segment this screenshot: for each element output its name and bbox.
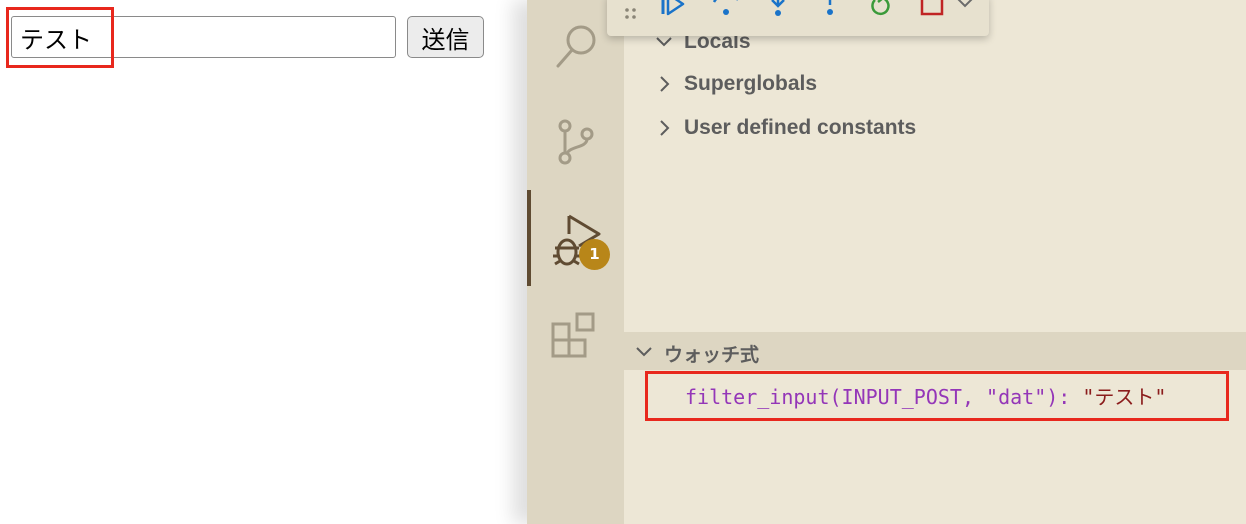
debug-count-badge: 1 xyxy=(579,239,610,270)
text-input[interactable] xyxy=(11,16,396,58)
watch-expression-row[interactable]: filter_input(INPUT_POST, "dat"): "テスト" xyxy=(685,381,1166,410)
submit-button[interactable]: 送信 xyxy=(407,16,484,58)
extensions-icon xyxy=(551,312,595,358)
activity-bar: 1 xyxy=(527,0,624,524)
chevron-down-icon xyxy=(636,347,652,357)
debug-toolbar xyxy=(607,0,989,36)
watch-value: "テスト" xyxy=(1082,385,1167,409)
watch-expression: filter_input(INPUT_POST, "dat"): xyxy=(685,385,1083,409)
continue-icon[interactable] xyxy=(657,0,689,22)
stop-icon[interactable] xyxy=(918,0,946,22)
vscode-window: 1 Locals Superglobals User defined const… xyxy=(527,0,1246,524)
search-icon xyxy=(556,25,596,68)
browser-page: 送信 xyxy=(0,0,527,524)
watch-section-header[interactable]: ウォッチ式 xyxy=(624,332,1246,370)
variables-scope-user-constants[interactable]: User defined constants xyxy=(624,110,1246,146)
step-into-icon[interactable] xyxy=(762,0,794,22)
watch-header-label: ウォッチ式 xyxy=(664,344,760,366)
debug-side-panel: Locals Superglobals User defined constan… xyxy=(624,0,1246,524)
drag-handle-icon[interactable] xyxy=(621,2,641,26)
chevron-right-icon xyxy=(660,76,670,92)
activity-extensions[interactable] xyxy=(527,290,624,386)
scope-label: Superglobals xyxy=(684,72,818,95)
activity-run-debug[interactable]: 1 xyxy=(527,190,624,286)
step-over-icon[interactable] xyxy=(710,0,742,22)
scope-label: User defined constants xyxy=(684,116,917,139)
activity-source-control[interactable] xyxy=(527,96,624,192)
chevron-right-icon xyxy=(660,120,670,136)
restart-icon[interactable] xyxy=(866,0,898,22)
source-control-icon xyxy=(558,119,594,165)
variables-scope-superglobals[interactable]: Superglobals xyxy=(624,66,1246,102)
step-out-icon[interactable] xyxy=(814,0,846,22)
chevron-down-icon[interactable] xyxy=(954,0,976,18)
